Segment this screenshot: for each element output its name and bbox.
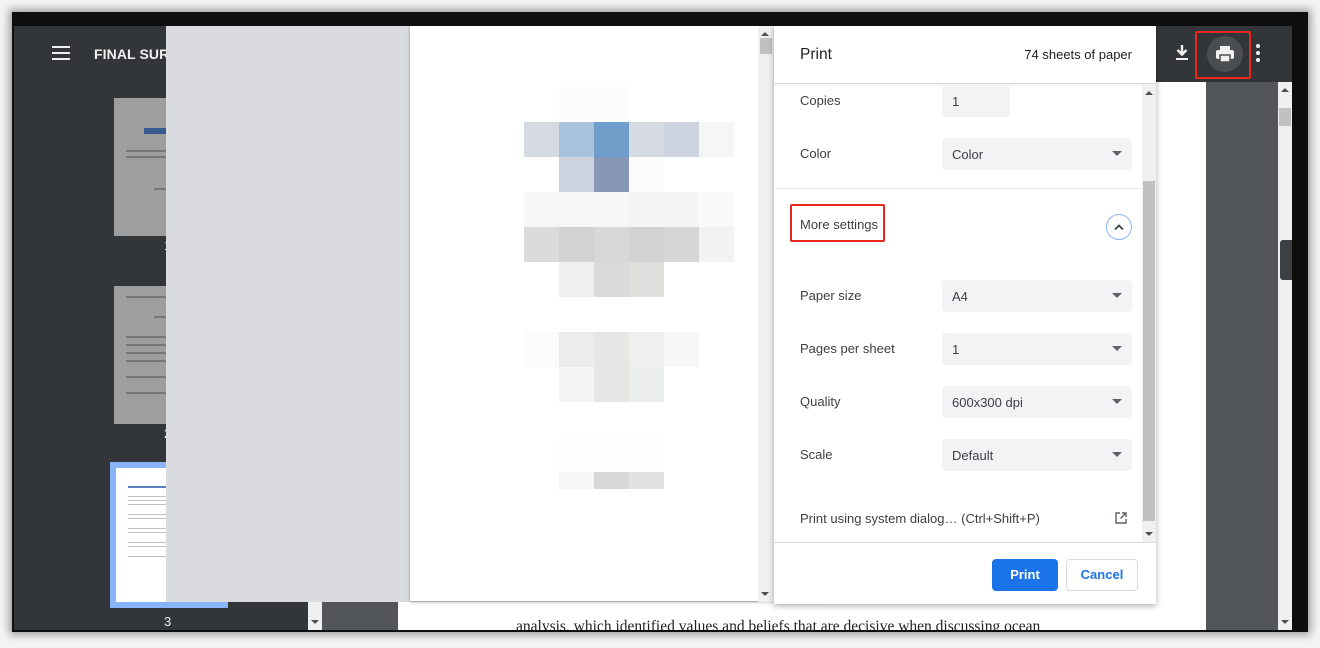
paper-size-value: A4 <box>952 289 968 304</box>
scale-value: Default <box>952 448 994 463</box>
system-dialog-link[interactable]: Print using system dialog… (Ctrl+Shift+P… <box>800 511 1040 526</box>
preview-content-block <box>629 227 664 262</box>
preview-content-block <box>594 157 629 192</box>
settings-scrollbar[interactable] <box>1142 85 1156 542</box>
paper-size-select[interactable]: A4 <box>942 280 1132 312</box>
preview-content-block <box>664 122 699 157</box>
copies-label: Copies <box>800 93 841 108</box>
preview-content-block <box>594 262 629 297</box>
scale-select[interactable]: Default <box>942 439 1132 471</box>
chevron-up-icon <box>1114 224 1124 231</box>
dropdown-arrow-icon <box>1112 399 1122 404</box>
document-gutter-right <box>1206 82 1278 630</box>
color-row: Color Color <box>800 138 1132 170</box>
preview-content-block <box>594 87 629 122</box>
pages-per-sheet-label: Pages per sheet <box>800 341 895 356</box>
print-dialog-header: Print 74 sheets of paper <box>774 26 1156 84</box>
print-settings: Copies 1 Color Color More settings Paper… <box>774 85 1156 542</box>
preview-content-block <box>664 227 699 262</box>
more-settings-toggle[interactable]: More settings <box>800 217 878 232</box>
download-icon[interactable] <box>1172 42 1192 64</box>
preview-content-block <box>699 227 734 262</box>
print-dialog-title: Print <box>800 46 832 63</box>
window-edge <box>1292 26 1306 630</box>
preview-content-block <box>629 367 664 402</box>
print-dialog: Print 74 sheets of paper Copies 1 Color … <box>774 26 1156 604</box>
scale-row: Scale Default <box>800 439 1132 471</box>
screenshot-frame: FINAL SURV 1 <box>12 12 1308 632</box>
preview-content-block <box>629 262 664 297</box>
preview-content-block <box>594 437 629 472</box>
dropdown-arrow-icon <box>1112 151 1122 156</box>
dropdown-arrow-icon <box>1112 452 1122 457</box>
preview-content-block <box>524 227 559 262</box>
quality-select[interactable]: 600x300 dpi <box>942 386 1132 418</box>
sheet-count: 74 sheets of paper <box>1024 47 1132 62</box>
preview-content-block <box>524 332 559 367</box>
preview-content-block <box>559 437 594 472</box>
preview-content-block <box>699 192 734 227</box>
preview-content-block <box>629 122 664 157</box>
open-external-icon[interactable] <box>1114 511 1128 525</box>
paper-size-label: Paper size <box>800 288 862 303</box>
pages-per-sheet-value: 1 <box>952 342 960 357</box>
preview-scrollbar[interactable] <box>758 26 774 602</box>
dropdown-arrow-icon <box>1112 293 1122 298</box>
cancel-button[interactable]: Cancel <box>1066 559 1138 591</box>
dropdown-arrow-icon <box>1112 346 1122 351</box>
color-select-value: Color <box>952 147 984 162</box>
preview-content-block <box>559 472 594 489</box>
copies-row: Copies 1 <box>800 85 1132 117</box>
print-preview-area <box>166 26 819 602</box>
more-vert-icon[interactable] <box>1254 44 1262 64</box>
color-select[interactable]: Color <box>942 138 1132 170</box>
side-panel-handle[interactable] <box>1280 240 1292 280</box>
preview-content-block <box>559 157 594 192</box>
preview-content-block <box>524 192 559 227</box>
preview-content-block <box>664 332 699 367</box>
quality-value: 600x300 dpi <box>952 395 1023 410</box>
preview-content-block <box>629 437 664 472</box>
preview-content-block <box>594 472 629 489</box>
print-dialog-footer: Print Cancel <box>774 542 1156 604</box>
preview-content-block <box>559 367 594 402</box>
pdf-viewer: FINAL SURV 1 <box>14 26 1306 630</box>
preview-content-block <box>664 192 699 227</box>
document-scrollbar[interactable] <box>1278 82 1292 630</box>
quality-row: Quality 600x300 dpi <box>800 386 1132 418</box>
preview-content-block <box>594 192 629 227</box>
preview-content-block <box>559 262 594 297</box>
pages-per-sheet-select[interactable]: 1 <box>942 333 1132 365</box>
print-confirm-button[interactable]: Print <box>992 559 1058 591</box>
preview-content-block <box>559 192 594 227</box>
preview-content-block <box>559 87 594 122</box>
scale-label: Scale <box>800 447 833 462</box>
collapse-more-settings-button[interactable] <box>1106 214 1132 240</box>
quality-label: Quality <box>800 394 841 409</box>
preview-content-block <box>594 227 629 262</box>
preview-content-block <box>699 122 734 157</box>
divider <box>774 188 1142 189</box>
preview-content-block <box>594 332 629 367</box>
preview-content-block <box>594 122 629 157</box>
paper-size-row: Paper size A4 <box>800 280 1132 312</box>
pages-per-sheet-row: Pages per sheet 1 <box>800 333 1132 365</box>
copies-input[interactable]: 1 <box>942 85 1010 117</box>
preview-content-block <box>629 157 664 192</box>
preview-content-block <box>524 122 559 157</box>
preview-content-block <box>629 472 664 489</box>
preview-content-block <box>629 192 664 227</box>
preview-content-block <box>629 332 664 367</box>
print-button[interactable] <box>1207 36 1243 72</box>
printer-icon <box>1216 46 1234 63</box>
document-text-line: analysis, which identified values and be… <box>516 618 1041 630</box>
color-label: Color <box>800 146 832 161</box>
preview-content-block <box>559 122 594 157</box>
preview-content-block <box>559 227 594 262</box>
hamburger-menu-icon[interactable] <box>52 46 70 60</box>
preview-content-block <box>594 367 629 402</box>
thumbnail-page-number: 3 <box>164 614 172 629</box>
preview-content-block <box>559 332 594 367</box>
